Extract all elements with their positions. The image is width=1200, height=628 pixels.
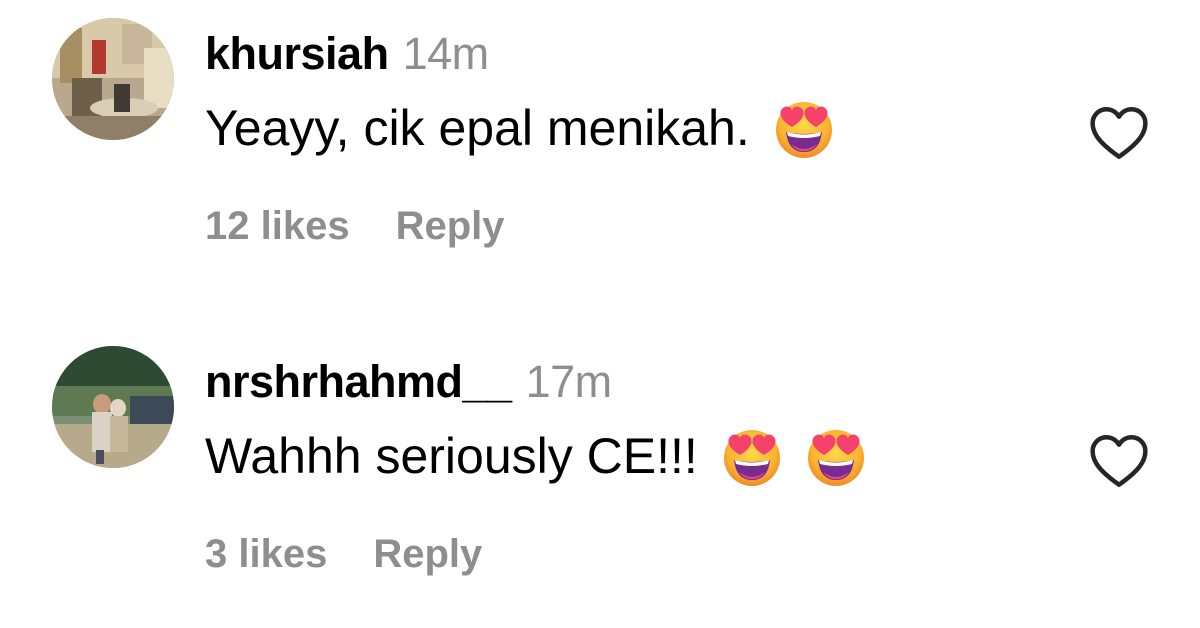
comment-body: Wahhh seriously CE!!! bbox=[205, 428, 698, 484]
avatar[interactable] bbox=[52, 18, 174, 140]
likes-count[interactable]: 3 likes bbox=[205, 532, 327, 576]
likes-count[interactable]: 12 likes bbox=[205, 204, 350, 248]
avatar[interactable] bbox=[52, 346, 174, 468]
heart-outline-icon[interactable] bbox=[1087, 432, 1151, 490]
comment-body: Yeayy, cik epal menikah. bbox=[205, 100, 750, 156]
heart-eyes-emoji-icon bbox=[720, 424, 784, 488]
comment-timestamp: 17m bbox=[525, 356, 613, 407]
comment-author[interactable]: khursiah 14m bbox=[205, 26, 489, 82]
reply-button[interactable]: Reply bbox=[396, 204, 505, 248]
comment-item: nrshrhahmd__ 17m Wahhh seriously CE!!! 3 … bbox=[0, 328, 1200, 628]
heart-outline-icon[interactable] bbox=[1087, 104, 1151, 162]
comment-author[interactable]: nrshrhahmd__ 17m bbox=[205, 354, 612, 410]
comment-meta: 3 likes Reply bbox=[205, 528, 482, 580]
comment-item: khursiah 14m Yeayy, cik epal menikah. 12 … bbox=[0, 0, 1200, 300]
heart-eyes-emoji-icon bbox=[804, 424, 868, 488]
comment-text: Yeayy, cik epal menikah. bbox=[205, 96, 836, 160]
comment-text: Wahhh seriously CE!!! bbox=[205, 424, 868, 488]
username[interactable]: khursiah bbox=[205, 28, 389, 79]
username[interactable]: nrshrhahmd__ bbox=[205, 356, 512, 407]
comment-timestamp: 14m bbox=[402, 28, 490, 79]
heart-eyes-emoji-icon bbox=[772, 96, 836, 160]
reply-button[interactable]: Reply bbox=[373, 532, 482, 576]
comment-meta: 12 likes Reply bbox=[205, 200, 505, 252]
